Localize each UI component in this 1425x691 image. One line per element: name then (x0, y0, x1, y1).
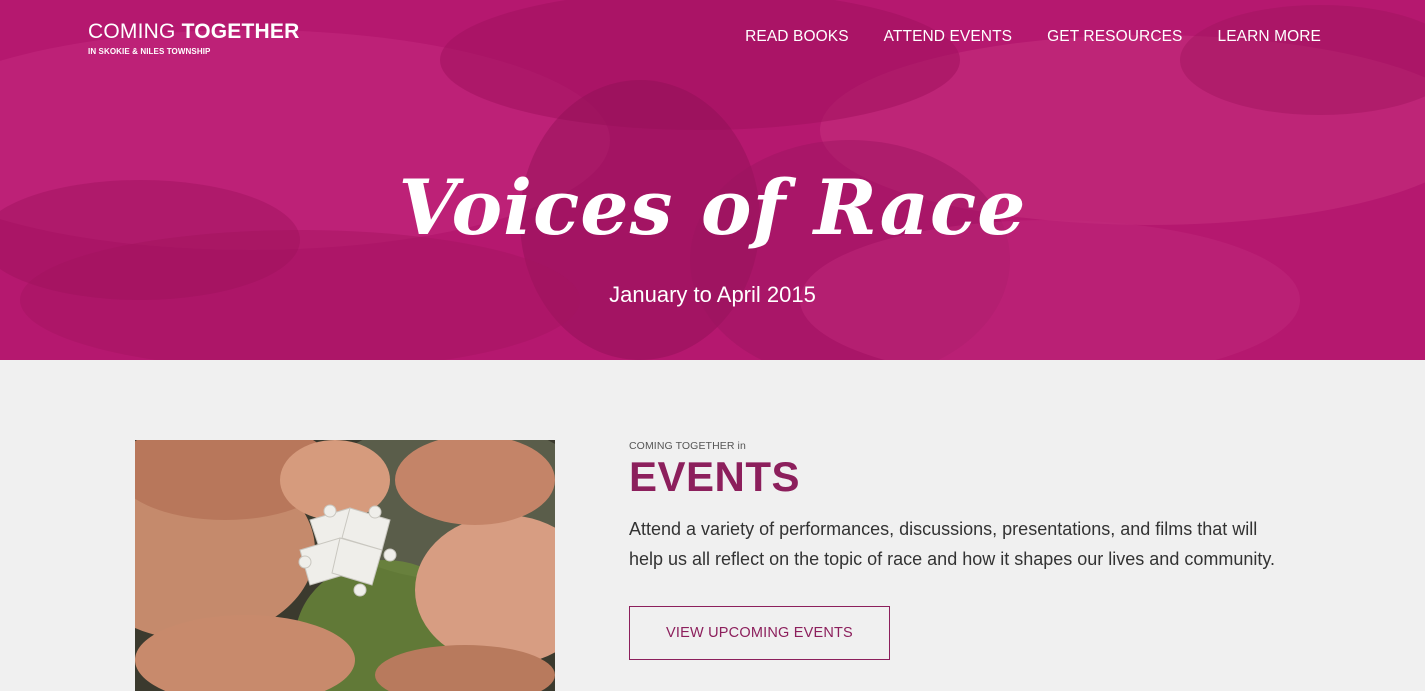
site-logo[interactable]: COMING TOGETHER IN SKOKIE & NILES TOWNSH… (88, 20, 299, 56)
events-description: Attend a variety of performances, discus… (629, 519, 1276, 570)
events-title: EVENTS (629, 453, 801, 500)
logo-title-bold: TOGETHER (181, 20, 300, 43)
main-nav: READ BOOKS ATTEND EVENTS GET RESOURCES L… (745, 28, 1321, 46)
nav-attend-events[interactable]: ATTEND EVENTS (884, 28, 1012, 46)
puzzle-hands-photo (135, 440, 555, 691)
nav-learn-more[interactable]: LEARN MORE (1218, 28, 1322, 46)
logo-title-light: COMING (88, 20, 182, 43)
nav-get-resources[interactable]: GET RESOURCES (1047, 28, 1182, 46)
hero-banner: COMING TOGETHER IN SKOKIE & NILES TOWNSH… (0, 0, 1425, 360)
events-section: COMING TOGETHER in EVENTS Attend a varie… (0, 360, 1425, 691)
nav-read-books[interactable]: READ BOOKS (745, 28, 849, 46)
view-upcoming-events-button[interactable]: VIEW UPCOMING EVENTS (629, 606, 890, 661)
events-info: COMING TOGETHER in EVENTS Attend a varie… (629, 440, 1309, 661)
hero-title: Voices of Race (398, 163, 1027, 252)
logo-subtitle: IN SKOKIE & NILES TOWNSHIP (88, 47, 211, 56)
hero-date-range: January to April 2015 (609, 282, 816, 307)
events-eyebrow: COMING TOGETHER in (629, 440, 746, 452)
logo-title: COMING TOGETHER (88, 20, 299, 44)
